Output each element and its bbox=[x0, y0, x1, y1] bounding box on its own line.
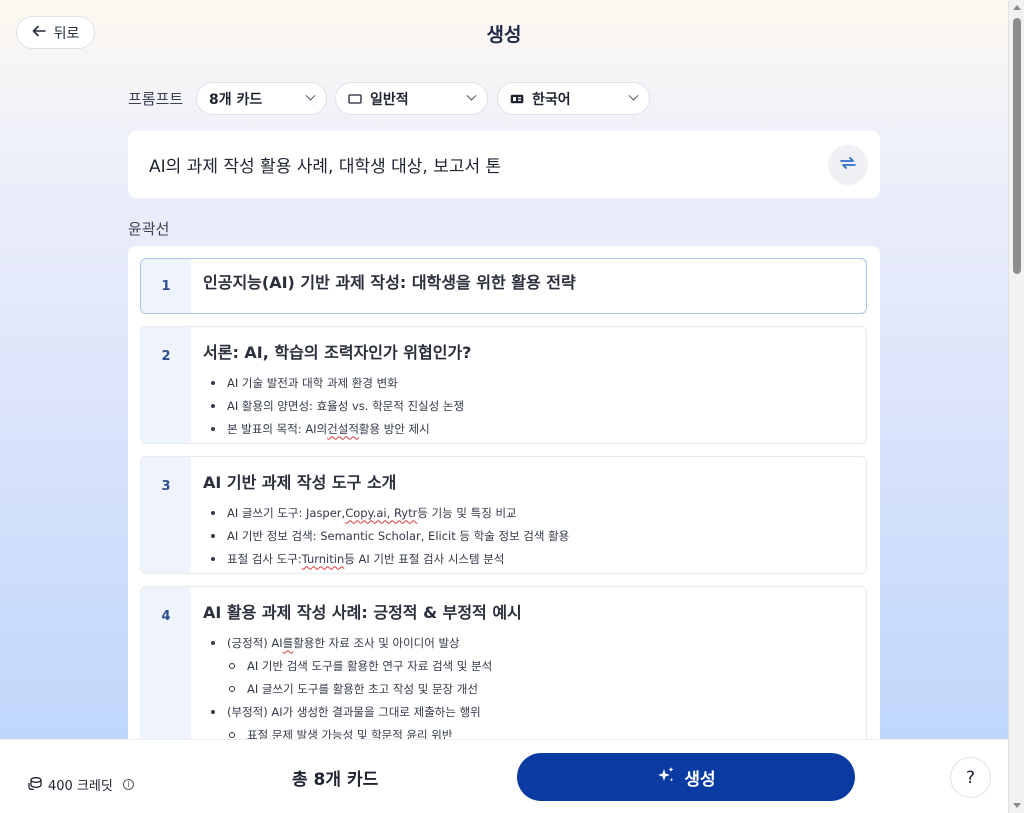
footer-bar: 400 크레딧 i 총 8개 카드 생성 ? bbox=[0, 739, 1008, 813]
bullet-circle bbox=[229, 662, 235, 669]
outline-label: 윤곽선 bbox=[128, 220, 170, 238]
coins-icon bbox=[28, 776, 42, 794]
spellcheck-word: 건설적 bbox=[327, 421, 359, 436]
bullet-text-pre: AI 기반 검색 도구를 활용한 연구 자료 검색 및 분석 bbox=[247, 658, 493, 673]
bullet-text-pre: AI 기반 정보 검색: Semantic Scholar, Elicit 등 … bbox=[227, 528, 570, 543]
credits-text: 400 크레딧 bbox=[48, 779, 113, 794]
outline-card[interactable]: 3 AI 기반 과제 작성 도구 소개 AI 글쓰기 도구: Jasper, C… bbox=[140, 456, 867, 574]
outline-card[interactable]: 1 인공지능(AI) 기반 과제 작성: 대학생을 위한 활용 전략 bbox=[140, 258, 867, 314]
generate-button[interactable]: 생성 bbox=[517, 753, 855, 801]
outline-card[interactable]: 2 서론: AI, 학습의 조력자인가 위협인가? AI 기술 발전과 대학 과… bbox=[140, 326, 867, 444]
bullet-item: 본 발표의 목적: AI의 건설적 활용 방안 제시 bbox=[203, 417, 854, 440]
bullet-item: AI 기반 정보 검색: Semantic Scholar, Elicit 등 … bbox=[203, 524, 854, 547]
bullet-text-pre: (긍정적) AI bbox=[227, 635, 283, 650]
card-number: 3 bbox=[141, 457, 191, 573]
style-select[interactable]: 일반적 bbox=[335, 82, 488, 115]
card-count-value: 8개 카드 bbox=[209, 91, 263, 108]
card-title[interactable]: AI 기반 과제 작성 도구 소개 bbox=[203, 469, 854, 493]
language-select[interactable]: 한국어 bbox=[497, 82, 650, 115]
bullet-text-pre: 표절 검사 도구: bbox=[227, 551, 302, 566]
style-value: 일반적 bbox=[370, 91, 409, 108]
bullet-text-post: 등 AI 기반 표절 검사 시스템 분석 bbox=[344, 551, 505, 566]
bullet-item: AI 활용의 양면성: 효율성 vs. 학문적 진실성 논쟁 bbox=[203, 394, 854, 417]
language-value: 한국어 bbox=[532, 91, 571, 108]
bullet-dot bbox=[211, 403, 215, 408]
app-frame: 뒤로 생성 프롬프트 8개 카드 일반적 한국어 AI의 과제 작성 활용 사례… bbox=[0, 0, 1008, 813]
bullet-text-post: 등 기능 및 특징 비교 bbox=[417, 505, 517, 520]
bullet-dot bbox=[211, 426, 215, 431]
regenerate-button[interactable] bbox=[828, 145, 868, 185]
card-layout-icon bbox=[348, 93, 362, 104]
bullet-item: 표절 검사 도구: Turnitin 등 AI 기반 표절 검사 시스템 분석 bbox=[203, 547, 854, 570]
prompt-text: AI의 과제 작성 활용 사례, 대학생 대상, 보고서 톤 bbox=[149, 157, 502, 177]
scrollbar-thumb[interactable] bbox=[1013, 18, 1021, 274]
bullet-text-pre: (부정적) AI가 생성한 결과물을 그대로 제출하는 행위 bbox=[227, 704, 481, 719]
bullet-text-pre: AI 활용의 양면성: 효율성 vs. 학문적 진실성 논쟁 bbox=[227, 398, 465, 413]
scroll-up-icon[interactable] bbox=[1013, 5, 1021, 10]
bullet-text-pre: AI 글쓰기 도구를 활용한 초고 작성 및 문장 개선 bbox=[247, 681, 478, 696]
bullet-text-post: 활용한 자료 조사 및 아이디어 발상 bbox=[293, 635, 460, 650]
spellcheck-word: Copy.ai, Rytr bbox=[345, 505, 418, 520]
prompt-input[interactable]: AI의 과제 작성 활용 사례, 대학생 대상, 보고서 톤 bbox=[128, 131, 880, 198]
sub-bullet-item: AI 기반 검색 도구를 활용한 연구 자료 검색 및 분석 bbox=[203, 654, 854, 677]
bullet-list: AI 글쓰기 도구: Jasper, Copy.ai, Rytr 등 기능 및 … bbox=[203, 501, 854, 570]
bullet-text-pre: AI 글쓰기 도구: Jasper, bbox=[227, 505, 346, 520]
bullet-circle bbox=[229, 731, 235, 738]
chevron-down-icon bbox=[628, 90, 639, 101]
card-count-select[interactable]: 8개 카드 bbox=[196, 82, 327, 115]
bullet-circle bbox=[229, 685, 235, 692]
bullet-dot bbox=[211, 510, 215, 515]
bullet-item: (부정적) AI가 생성한 결과물을 그대로 제출하는 행위 bbox=[203, 700, 854, 723]
bullet-item: AI 글쓰기 도구: Jasper, Copy.ai, Rytr 등 기능 및 … bbox=[203, 501, 854, 524]
sub-bullet-item: AI 글쓰기 도구를 활용한 초고 작성 및 문장 개선 bbox=[203, 677, 854, 700]
generate-label: 생성 bbox=[684, 769, 716, 790]
bullet-dot bbox=[211, 640, 215, 645]
card-number: 1 bbox=[141, 259, 191, 313]
bullet-dot bbox=[211, 709, 215, 714]
card-title[interactable]: AI 활용 과제 작성 사례: 긍정적 & 부정적 예시 bbox=[203, 599, 854, 623]
total-cards: 총 8개 카드 bbox=[292, 770, 379, 790]
outline-list: 1 인공지능(AI) 기반 과제 작성: 대학생을 위한 활용 전략 2 서론:… bbox=[128, 246, 880, 766]
card-title[interactable]: 서론: AI, 학습의 조력자인가 위협인가? bbox=[203, 339, 854, 363]
page-scrollbar[interactable] bbox=[1008, 0, 1024, 813]
bullet-text-post: 활용 방안 제시 bbox=[358, 421, 430, 436]
scroll-down-icon[interactable] bbox=[1013, 803, 1021, 808]
bullet-item: AI 기술 발전과 대학 과제 환경 변화 bbox=[203, 371, 854, 394]
bullet-list: (긍정적) AI 를 활용한 자료 조사 및 아이디어 발상 AI 기반 검색 도… bbox=[203, 631, 854, 746]
language-icon bbox=[510, 94, 524, 104]
prompt-label: 프롬프트 bbox=[128, 90, 184, 108]
refresh-arrows-icon bbox=[839, 155, 857, 175]
card-title[interactable]: 인공지능(AI) 기반 과제 작성: 대학생을 위한 활용 전략 bbox=[203, 269, 854, 293]
spellcheck-word: Turnitin bbox=[301, 551, 345, 566]
credits-indicator[interactable]: 400 크레딧 i bbox=[28, 775, 134, 794]
help-button[interactable]: ? bbox=[950, 757, 991, 798]
page-title: 생성 bbox=[486, 24, 522, 46]
bullet-dot bbox=[211, 380, 215, 385]
bullet-text-pre: AI 기술 발전과 대학 과제 환경 변화 bbox=[227, 375, 398, 390]
spellcheck-word: 를 bbox=[282, 635, 294, 650]
card-number: 2 bbox=[141, 327, 191, 443]
bullet-dot bbox=[211, 533, 215, 538]
bullet-dot bbox=[211, 556, 215, 561]
chevron-down-icon bbox=[466, 90, 477, 101]
chevron-down-icon bbox=[305, 90, 316, 101]
info-icon[interactable]: i bbox=[122, 779, 134, 790]
sparkles-icon bbox=[656, 765, 676, 790]
bullet-list: AI 기술 발전과 대학 과제 환경 변화 AI 활용의 양면성: 효율성 vs… bbox=[203, 371, 854, 440]
bullet-text-pre: 본 발표의 목적: AI의 bbox=[227, 421, 328, 436]
bullet-item: (긍정적) AI 를 활용한 자료 조사 및 아이디어 발상 bbox=[203, 631, 854, 654]
